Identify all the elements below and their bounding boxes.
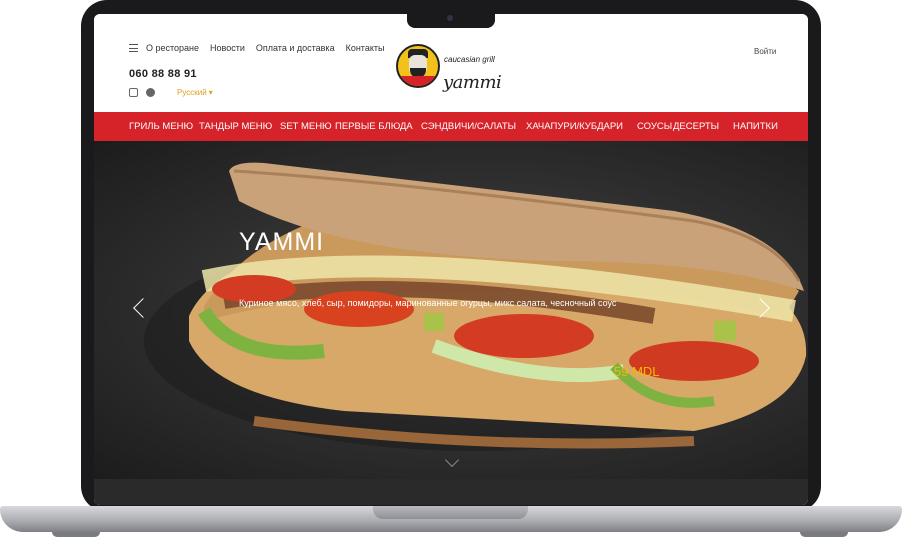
camera-icon: [447, 15, 453, 21]
browser-screen: О ресторане Новости Оплата и доставка Ко…: [94, 14, 808, 505]
logo-wordmark: yammi: [443, 72, 502, 93]
category-desserts[interactable]: ДЕСЕРТЫ: [673, 121, 719, 132]
nav-payment-delivery[interactable]: Оплата и доставка: [256, 43, 335, 53]
logo[interactable]: [396, 44, 440, 88]
slide-description: Куриное мясо, хлеб, сыр, помидоры, марин…: [239, 298, 617, 308]
social-links: [129, 88, 155, 97]
category-sandwiches[interactable]: СЭНДВИЧИ/САЛАТЫ: [421, 121, 516, 132]
instagram-icon[interactable]: [129, 88, 138, 97]
language-select[interactable]: Русский: [177, 88, 213, 97]
laptop-base-notch: [373, 506, 528, 519]
category-tandoor[interactable]: ТАНДЫР МЕНЮ: [199, 121, 272, 132]
slide-title: YAMMI: [239, 228, 325, 256]
nav-contacts[interactable]: Контакты: [346, 43, 385, 53]
hero-slider: YAMMI Куриное мясо, хлеб, сыр, помидоры,…: [94, 141, 808, 479]
nav-about[interactable]: О ресторане: [146, 43, 199, 53]
category-khachapuri[interactable]: ХАЧАПУРИ/КУБДАРИ: [526, 121, 623, 132]
category-soups[interactable]: ПЕРВЫЕ БЛЮДА: [335, 121, 413, 132]
logo-tagline: caucasian grill: [444, 55, 495, 64]
category-nav: ГРИЛЬ МЕНЮ ТАНДЫР МЕНЮ SET МЕНЮ ПЕРВЫЕ Б…: [94, 112, 808, 141]
phone-number[interactable]: 060 88 88 91: [129, 68, 197, 80]
category-drinks[interactable]: НАПИТКИ: [733, 121, 778, 132]
site-header: О ресторане Новости Оплата и доставка Ко…: [94, 14, 808, 112]
login-link[interactable]: Войти: [754, 47, 776, 56]
nav-news[interactable]: Новости: [210, 43, 245, 53]
laptop-foot-left: [52, 532, 100, 537]
camera-notch: [407, 10, 495, 28]
category-sauces[interactable]: СОУСЫ: [637, 121, 672, 132]
category-grill[interactable]: ГРИЛЬ МЕНЮ: [129, 121, 193, 132]
menu-icon[interactable]: [129, 44, 138, 52]
laptop-foot-right: [800, 532, 848, 537]
top-nav: О ресторане Новости Оплата и доставка Ко…: [146, 43, 384, 53]
category-set[interactable]: SET МЕНЮ: [280, 121, 332, 132]
sandwich-image: [144, 162, 807, 451]
page-bottom-strip: [94, 479, 808, 505]
facebook-icon[interactable]: [146, 88, 155, 97]
slide-price: 59 MDL: [614, 364, 660, 379]
